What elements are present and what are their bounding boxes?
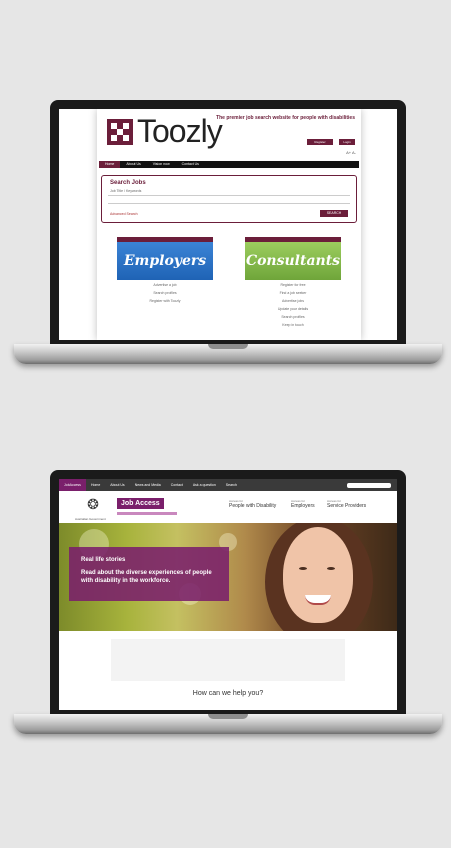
register-button[interactable]: Register <box>307 139 333 145</box>
laptop-base <box>14 344 442 364</box>
search-input[interactable] <box>108 195 350 204</box>
jobaccess-logo[interactable]: Job Access <box>117 498 164 509</box>
topbar-brand[interactable]: JobAccess <box>59 479 86 491</box>
tagline: The premier job search website for peopl… <box>216 115 355 121</box>
notice-box <box>111 639 345 681</box>
laptop-lid: Toozly The premier job search website fo… <box>50 100 406 344</box>
login-button[interactable]: Login <box>339 139 355 145</box>
site-name: Toozly <box>137 113 223 149</box>
font-size-toggle[interactable]: A+ A- <box>346 150 356 155</box>
employers-link[interactable]: Advertise a job <box>117 283 213 287</box>
audience-label: People with Disability <box>229 503 277 509</box>
audience-link[interactable]: Access for Employers <box>291 499 315 509</box>
coat-of-arms-icon: ❂ <box>87 496 99 512</box>
laptop-notch <box>208 344 248 349</box>
laptop-screen: JobAccess Home About Us News and Media C… <box>59 479 397 710</box>
jobaccess-topbar: JobAccess Home About Us News and Media C… <box>59 479 397 491</box>
hero-card[interactable]: Real life stories Read about the diverse… <box>69 547 229 601</box>
employers-banner[interactable]: Employers <box>117 237 213 280</box>
consultants-link[interactable]: Keep in touch <box>245 323 341 327</box>
consultants-banner[interactable]: Consultants <box>245 237 341 280</box>
consultants-link[interactable]: Find a job seeker <box>245 291 341 295</box>
employers-title: Employers <box>123 253 207 269</box>
nav-vision[interactable]: Vision now <box>147 161 176 168</box>
audience-label: Employers <box>291 503 315 509</box>
employers-link[interactable]: Search profiles <box>117 291 213 295</box>
search-input[interactable] <box>347 482 391 488</box>
toozly-page: Toozly The premier job search website fo… <box>97 109 361 340</box>
audience-link[interactable]: Access for People with Disability <box>229 499 276 509</box>
laptop-screen: Toozly The premier job search website fo… <box>59 109 397 340</box>
main-nav: Home About Us Vision now Contact Us <box>99 161 359 168</box>
hero-eyebrow: Real life stories <box>81 557 126 563</box>
advanced-search-link[interactable]: Advanced Search <box>110 212 138 216</box>
consultants-link[interactable]: Register for free <box>245 283 341 287</box>
audience-link[interactable]: Access for Service Providers <box>327 499 366 509</box>
consultants-title: Consultants <box>245 253 341 269</box>
government-label: Australian Government <box>75 517 106 521</box>
nav-contact[interactable]: Contact Us <box>176 161 205 168</box>
laptop-top: Toozly The premier job search website fo… <box>14 100 442 370</box>
consultants-link[interactable]: Advertise jobs <box>245 299 341 303</box>
topbar-link[interactable]: Home <box>86 483 105 487</box>
search-heading: Search Jobs <box>110 180 146 186</box>
topbar-link[interactable]: Contact <box>166 483 188 487</box>
search-button[interactable]: SEARCH <box>320 210 348 217</box>
employers-link[interactable]: Register with Toozly <box>117 299 213 303</box>
consultants-link[interactable]: Update your details <box>245 307 341 311</box>
hero-headline: Read about the diverse experiences of pe… <box>81 570 212 584</box>
topbar-link[interactable]: About Us <box>105 483 129 487</box>
topbar-link[interactable]: News and Media <box>130 483 166 487</box>
logo-underline <box>117 512 177 515</box>
topbar-link[interactable]: Ask a question <box>188 483 221 487</box>
laptop-bottom: JobAccess Home About Us News and Media C… <box>14 470 442 740</box>
search-panel: Search Jobs Job Title / Keywords Advance… <box>101 175 357 223</box>
nav-home[interactable]: Home <box>99 161 121 168</box>
consultants-link[interactable]: Search profiles <box>245 315 341 319</box>
hero-banner: Real life stories Read about the diverse… <box>59 523 397 631</box>
jobaccess-header: ❂ Australian Government Job Access Acces… <box>59 491 397 524</box>
help-heading: How can we help you? <box>192 690 264 697</box>
topbar-search-label: Search <box>225 483 237 487</box>
toozly-logo-icon <box>107 118 133 145</box>
laptop-notch <box>208 714 248 719</box>
nav-about[interactable]: About Us <box>120 161 146 168</box>
search-prompt: Job Title / Keywords <box>110 189 142 193</box>
hero-photo-face <box>283 527 353 623</box>
audience-label: Service Providers <box>327 503 367 509</box>
laptop-base <box>14 714 442 734</box>
laptop-lid: JobAccess Home About Us News and Media C… <box>50 470 406 714</box>
toozly-logo[interactable]: Toozly <box>107 113 223 150</box>
